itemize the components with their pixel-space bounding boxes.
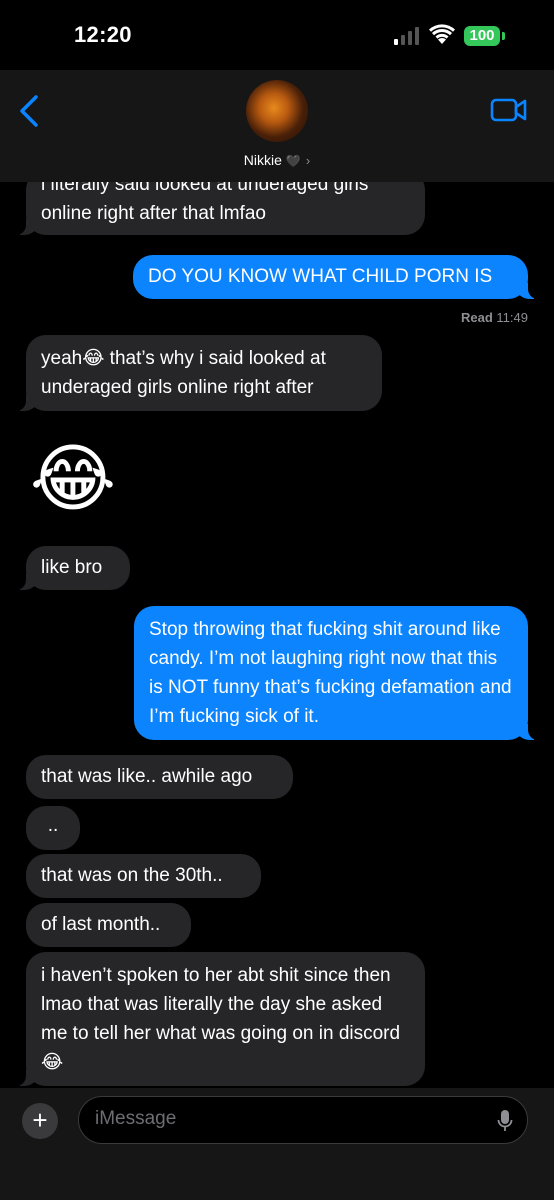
imessage-placeholder: iMessage <box>95 1108 177 1129</box>
battery-level: 100 <box>464 26 500 46</box>
message-bubble-incoming[interactable]: like bro <box>16 546 130 590</box>
message-bubble-incoming[interactable]: .. <box>26 806 80 850</box>
message-bubble-incoming[interactable]: i literally said looked at underaged gir… <box>16 182 425 235</box>
message-list[interactable]: i literally said looked at underaged gir… <box>0 182 554 1088</box>
contact-name: Nikkie <box>243 152 282 168</box>
battery-cap <box>502 32 505 40</box>
message-text: i haven’t spoken to her abt shit since t… <box>41 965 401 1073</box>
message-text: DO YOU KNOW WHAT CHILD PORN IS <box>148 266 493 287</box>
cellular-signal-icon <box>394 27 419 45</box>
message-bubble-incoming[interactable]: yeah😂 that’s why i said looked at undera… <box>16 335 382 411</box>
message-text: that was like.. awhile ago <box>41 766 253 787</box>
chevron-left-icon[interactable] <box>16 94 42 128</box>
message-text: Stop throwing that fucking shit around l… <box>149 619 512 727</box>
contact-avatar[interactable] <box>246 80 308 142</box>
message-text: i literally said looked at underaged gir… <box>41 182 369 224</box>
imessage-input[interactable]: iMessage <box>78 1096 528 1144</box>
message-text: like bro <box>41 557 103 578</box>
face-with-tears-of-joy-emoji[interactable]: 😂 <box>26 432 120 526</box>
status-bar: 12:20 100 <box>0 0 554 70</box>
read-time: 11:49 <box>496 310 528 325</box>
message-bubble-outgoing[interactable]: Stop throwing that fucking shit around l… <box>134 606 538 740</box>
message-text: of last month.. <box>41 914 161 935</box>
conversation-header: Nikkie 🖤 › <box>0 70 554 182</box>
plus-button[interactable]: + <box>22 1103 58 1139</box>
message-bubble-incoming[interactable]: of last month.. <box>26 903 191 947</box>
message-bubble-incoming[interactable]: that was on the 30th.. <box>26 854 261 898</box>
status-time: 12:20 <box>74 22 132 47</box>
black-heart-icon: 🖤 <box>285 154 301 168</box>
read-label: Read <box>461 310 493 325</box>
chevron-right-icon: › <box>305 153 311 168</box>
compose-bar: + iMessage <box>0 1088 554 1200</box>
message-text: yeah😂 that’s why i said looked at undera… <box>41 348 326 398</box>
message-bubble-outgoing[interactable]: DO YOU KNOW WHAT CHILD PORN IS <box>133 255 538 299</box>
battery-icon: 100 <box>464 26 506 46</box>
read-receipt: Read 11:49 <box>461 310 528 325</box>
message-text: .. <box>47 815 59 836</box>
message-bubble-incoming[interactable]: that was like.. awhile ago <box>26 755 293 799</box>
microphone-icon[interactable] <box>497 1109 513 1133</box>
message-text: that was on the 30th.. <box>41 865 223 886</box>
contact-name-button[interactable]: Nikkie 🖤 › <box>0 152 554 168</box>
wifi-icon <box>429 24 455 44</box>
video-camera-icon[interactable] <box>490 96 528 124</box>
message-bubble-incoming[interactable]: i haven’t spoken to her abt shit since t… <box>16 952 425 1086</box>
